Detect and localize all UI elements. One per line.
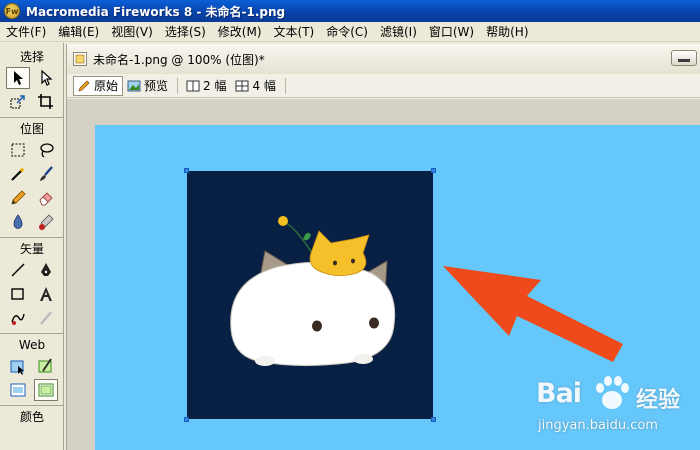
tools-section-vector-title: 矢量: [0, 237, 64, 257]
freeform-tool[interactable]: [6, 307, 30, 329]
slice-tool[interactable]: [34, 355, 58, 377]
eraser-icon: [39, 192, 53, 206]
cat-illustration: [230, 216, 396, 367]
crop-tool[interactable]: [34, 91, 58, 113]
menu-help[interactable]: 帮助(H): [480, 23, 534, 40]
two-up-icon: [186, 80, 200, 91]
document-minimize-button[interactable]: [671, 50, 697, 66]
selection-handle-bottom-right[interactable]: [431, 417, 436, 422]
tab-2-up[interactable]: 2 幅: [182, 76, 231, 96]
lasso-tool[interactable]: [34, 139, 58, 161]
tools-panel: 选择 位图 矢量 Web 颜色: [0, 43, 64, 450]
tab-preview-label: 预览: [144, 79, 169, 93]
menu-edit[interactable]: 编辑(E): [52, 23, 105, 40]
tab-original-label: 原始: [94, 79, 119, 93]
pencil-tool[interactable]: [6, 187, 30, 209]
crop-icon: [38, 94, 53, 109]
document-file-icon: [73, 52, 87, 66]
tab-original[interactable]: 原始: [73, 75, 124, 96]
minimize-icon: [678, 59, 690, 62]
watermark-url: jingyan.baidu.com: [538, 418, 658, 433]
watermark-logo-text: Bai: [536, 378, 582, 409]
menu-modify[interactable]: 修改(M): [212, 23, 268, 40]
subselect-tool[interactable]: [34, 67, 58, 89]
show-slices-tool[interactable]: [34, 379, 58, 401]
tab-4-up[interactable]: 4 幅: [231, 76, 280, 96]
pencil-icon: [11, 190, 26, 205]
menu-bar: 文件(F) 编辑(E) 视图(V) 选择(S) 修改(M) 文本(T) 命令(C…: [0, 22, 700, 42]
blur-icon: [13, 214, 23, 229]
line-icon: [11, 263, 25, 277]
tab-separator: [177, 77, 179, 94]
tab-preview[interactable]: 预览: [123, 76, 173, 96]
blur-tool[interactable]: [6, 211, 30, 233]
eraser-tool[interactable]: [34, 187, 58, 209]
document-title-bar: 未命名-1.png @ 100% (位图)*: [67, 44, 700, 74]
pointer-icon: [14, 71, 23, 85]
text-tool[interactable]: [34, 283, 58, 305]
document-title: 未命名-1.png @ 100% (位图)*: [93, 52, 265, 67]
watermark-logo-suffix: 经验: [636, 388, 681, 413]
selection-handle-bottom-left[interactable]: [184, 417, 189, 422]
hide-slices-icon: [10, 383, 26, 397]
preview-icon: [127, 80, 141, 91]
tab-2-up-label: 2 幅: [203, 79, 227, 93]
fireworks-app-icon[interactable]: Fw: [4, 3, 20, 19]
marquee-tool[interactable]: [6, 139, 30, 161]
hotspot-tool[interactable]: [6, 355, 30, 377]
slice-icon: [38, 358, 52, 373]
freeform-icon: [11, 313, 25, 325]
pen-tool[interactable]: [34, 259, 58, 281]
bitmap-image[interactable]: [184, 168, 436, 422]
title-bar: Fw Macromedia Fireworks 8 - 未命名-1.png: [0, 0, 700, 22]
brush-tool[interactable]: [34, 163, 58, 185]
pencil-icon: [78, 80, 90, 92]
knife-tool[interactable]: [34, 307, 58, 329]
tools-section-color-title: 颜色: [0, 405, 64, 425]
menu-file[interactable]: 文件(F): [0, 23, 52, 40]
magic-wand-tool[interactable]: [6, 163, 30, 185]
scale-tool[interactable]: [6, 91, 30, 113]
tab-4-up-label: 4 幅: [252, 79, 276, 93]
pointer-tool[interactable]: [6, 67, 30, 89]
rubber-stamp-tool[interactable]: [34, 211, 58, 233]
marquee-icon: [11, 143, 25, 157]
rubber-stamp-icon: [39, 214, 54, 230]
magic-wand-icon: [11, 167, 25, 181]
menu-commands[interactable]: 命令(C): [320, 23, 374, 40]
hotspot-icon: [10, 360, 24, 375]
scale-icon: [10, 95, 25, 109]
view-tabs: 原始 预览 2 幅 4 幅: [67, 74, 700, 98]
tab-separator: [284, 77, 286, 94]
line-tool[interactable]: [6, 259, 30, 281]
baidu-jingyan-watermark: Bai 经验 jingyan.baidu.com: [536, 374, 700, 450]
menu-window[interactable]: 窗口(W): [423, 23, 480, 40]
rectangle-icon: [11, 288, 24, 300]
selection-handle-top-left[interactable]: [184, 168, 189, 173]
selection-handle-top-right[interactable]: [431, 168, 436, 173]
tools-section-bitmap-title: 位图: [0, 117, 64, 137]
show-slices-icon: [38, 383, 54, 397]
text-icon: [40, 287, 52, 301]
annotation-arrow: [443, 266, 623, 362]
menu-view[interactable]: 视图(V): [105, 23, 159, 40]
knife-icon: [40, 311, 52, 325]
window-title: Macromedia Fireworks 8 - 未命名-1.png: [26, 4, 286, 19]
menu-text[interactable]: 文本(T): [268, 23, 321, 40]
four-up-icon: [235, 80, 249, 91]
tools-section-select-title: 选择: [19, 49, 44, 64]
menu-select[interactable]: 选择(S): [159, 23, 212, 40]
paw-icon: [596, 376, 629, 409]
brush-icon: [40, 166, 53, 181]
tools-section-web-title: Web: [0, 333, 64, 353]
subselect-icon: [41, 69, 53, 86]
menu-filters[interactable]: 滤镜(I): [374, 23, 423, 40]
lasso-icon: [40, 143, 54, 158]
rectangle-tool[interactable]: [6, 283, 30, 305]
pen-icon: [41, 263, 51, 276]
hide-slices-tool[interactable]: [6, 379, 30, 401]
